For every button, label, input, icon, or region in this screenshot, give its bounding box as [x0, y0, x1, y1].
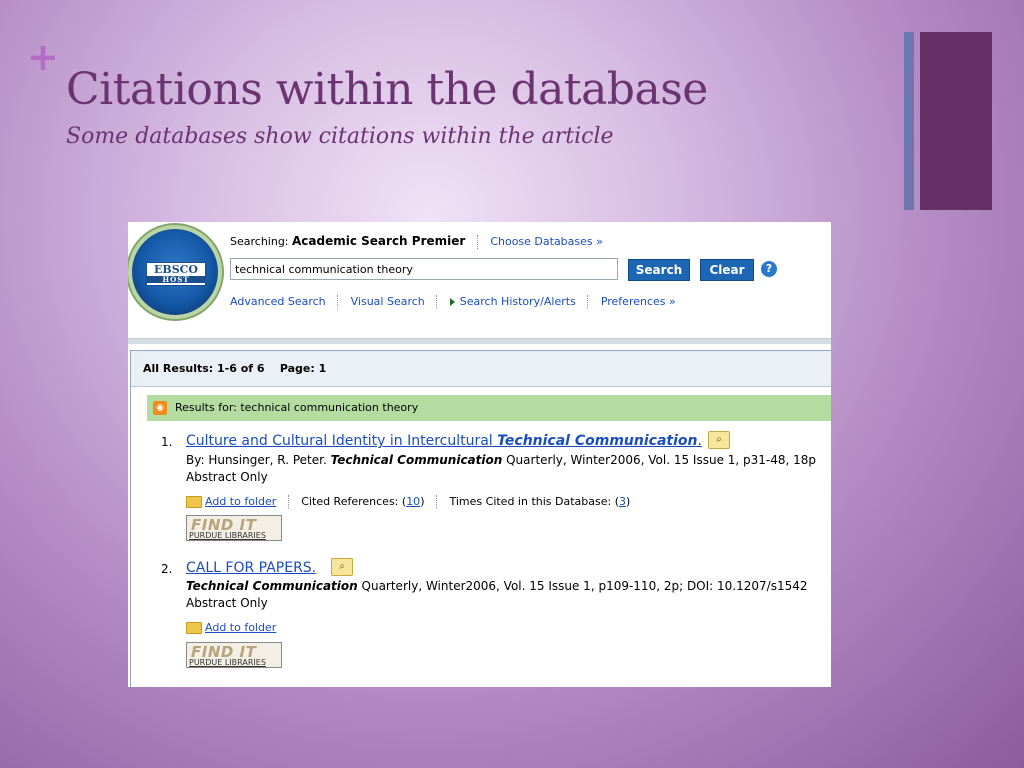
ebsco-screenshot: EBSCO HOST Searching: Academic Search Pr…	[128, 222, 831, 687]
times-cited-label: Times Cited in this Database: (	[449, 495, 620, 508]
folder-icon	[186, 496, 202, 508]
plus-icon: +	[27, 35, 59, 79]
results-for-text: Results for: technical communication the…	[175, 401, 419, 414]
slide-subtitle: Some databases show citations within the…	[66, 124, 614, 149]
byline-details: Quarterly, Winter2006, Vol. 15 Issue 1, …	[357, 579, 808, 593]
byline-authors: By: Hunsinger, R. Peter.	[186, 453, 331, 467]
preview-magnifier-icon[interactable]: ⌕	[708, 431, 730, 449]
result-number: 1.	[161, 435, 173, 449]
result-byline: By: Hunsinger, R. Peter. Technical Commu…	[186, 453, 816, 467]
results-header: All Results: 1-6 of 6 Page: 1	[131, 351, 831, 387]
add-to-folder-link[interactable]: Add to folder	[205, 495, 276, 508]
results-for-bar: ◉ Results for: technical communication th…	[147, 395, 831, 421]
preview-magnifier-icon[interactable]: ⌕	[331, 558, 353, 576]
separator	[436, 295, 438, 309]
search-button[interactable]: Search	[628, 259, 690, 281]
cited-refs-label: Cited References: (	[301, 495, 407, 508]
find-it-sub-label: PURDUE LIBRARIES	[189, 658, 266, 667]
title-emphasis: Technical Communication	[497, 433, 698, 449]
search-nav: Advanced Search Visual Search Search His…	[230, 295, 676, 309]
result-title-link[interactable]: CALL FOR PAPERS.	[186, 560, 316, 576]
preferences-link[interactable]: Preferences »	[601, 295, 676, 308]
rss-icon[interactable]: ◉	[153, 401, 167, 415]
title-text: Culture and Cultural Identity in Intercu…	[186, 433, 498, 449]
decor-bar-thin	[904, 32, 914, 210]
times-cited-count-link[interactable]: 3	[619, 495, 626, 508]
ebsco-logo-text: EBSCO HOST	[146, 262, 206, 286]
search-history-link[interactable]: Search History/Alerts	[460, 295, 576, 308]
times-cited: Times Cited in this Database: (3)	[449, 495, 630, 508]
separator	[476, 235, 479, 249]
byline-details: Quarterly, Winter2006, Vol. 15 Issue 1, …	[502, 453, 817, 467]
logo-sub-label: HOST	[147, 276, 205, 283]
result-byline: Technical Communication Quarterly, Winte…	[186, 579, 807, 593]
searching-label: Searching:	[230, 235, 289, 248]
header-divider	[128, 338, 831, 344]
decor-bar-thick	[920, 32, 992, 210]
find-it-sub-label: PURDUE LIBRARIES	[189, 531, 266, 540]
result-type: Abstract Only	[186, 470, 268, 484]
result-links: Add to folder	[186, 621, 276, 634]
choose-databases-link[interactable]: Choose Databases »	[490, 235, 603, 248]
cited-refs-close: )	[420, 495, 425, 508]
separator	[287, 495, 290, 509]
results-panel: All Results: 1-6 of 6 Page: 1 ◉ Results f…	[130, 350, 831, 687]
result-number: 2.	[161, 562, 173, 576]
find-it-button[interactable]: FIND IT PURDUE LIBRARIES	[186, 642, 282, 668]
separator	[587, 295, 589, 309]
find-it-button[interactable]: FIND IT PURDUE LIBRARIES	[186, 515, 282, 541]
byline-journal: Technical Communication	[186, 579, 358, 593]
folder-icon	[186, 622, 202, 634]
result-title-link[interactable]: Culture and Cultural Identity in Intercu…	[186, 433, 702, 449]
visual-search-link[interactable]: Visual Search	[351, 295, 425, 308]
searching-row: Searching: Academic Search Premier Choos…	[230, 234, 603, 249]
result-type: Abstract Only	[186, 596, 268, 610]
advanced-search-link[interactable]: Advanced Search	[230, 295, 326, 308]
help-icon[interactable]: ?	[761, 261, 777, 277]
title-end: .	[697, 433, 702, 449]
triangle-right-icon	[449, 298, 455, 306]
times-cited-close: )	[626, 495, 631, 508]
result-links: Add to folder Cited References: (10) Tim…	[186, 495, 630, 509]
separator	[435, 495, 438, 509]
cited-references: Cited References: (10)	[301, 495, 424, 508]
database-name: Academic Search Premier	[292, 234, 466, 248]
clear-button[interactable]: Clear	[700, 259, 754, 281]
slide-title: Citations within the database	[66, 64, 708, 115]
cited-refs-count-link[interactable]: 10	[406, 495, 420, 508]
ebsco-logo[interactable]: EBSCO HOST	[132, 229, 218, 315]
separator	[337, 295, 339, 309]
byline-journal: Technical Communication	[330, 453, 503, 467]
search-input[interactable]	[230, 258, 618, 280]
add-to-folder-link[interactable]: Add to folder	[205, 621, 276, 634]
